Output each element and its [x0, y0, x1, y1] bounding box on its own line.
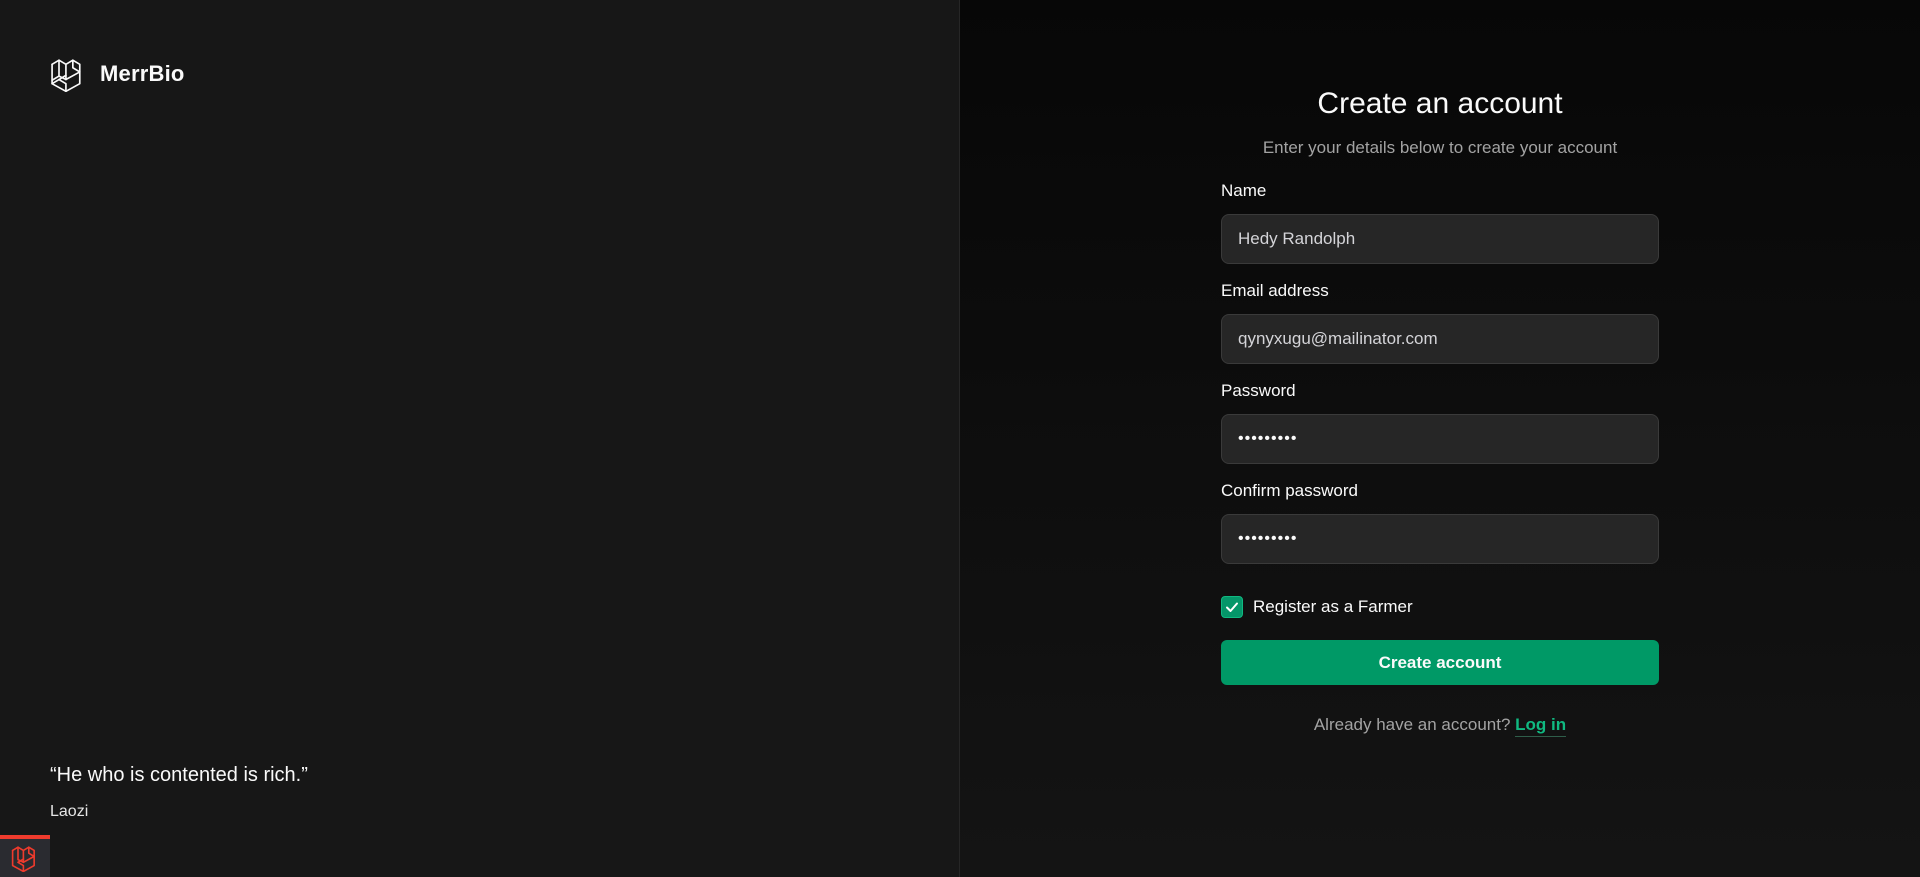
login-link[interactable]: Log in: [1515, 715, 1567, 737]
page-subtitle: Enter your details below to create your …: [1262, 138, 1618, 157]
quote-text: “He who is contented is rich.”: [50, 764, 308, 786]
register-form: Create an account Enter your details bel…: [1221, 84, 1659, 737]
name-input[interactable]: Hedy Randolph: [1221, 214, 1659, 264]
email-label: Email address: [1221, 281, 1329, 300]
login-prompt-text: Already have an account?: [1313, 715, 1516, 734]
confirm-password-field-group: Confirm password •••••••••: [1221, 480, 1659, 564]
farmer-checkbox[interactable]: [1221, 596, 1243, 618]
dev-toolbar-badge[interactable]: [0, 835, 50, 877]
form-panel: Create an account Enter your details bel…: [960, 0, 1920, 877]
name-label: Name: [1221, 181, 1267, 200]
name-field-group: Name Hedy Randolph: [1221, 180, 1659, 264]
create-account-button[interactable]: Create account: [1221, 640, 1659, 685]
checkmark-icon: [1224, 599, 1240, 615]
page-layout: MerrBio “He who is contented is rich.” L…: [0, 0, 1920, 877]
confirm-password-label: Confirm password: [1221, 481, 1358, 500]
password-label: Password: [1221, 381, 1296, 400]
quote-block: “He who is contented is rich.” Laozi: [50, 764, 308, 821]
quote-author: Laozi: [50, 803, 89, 820]
brand-name: MerrBio: [100, 61, 185, 86]
password-field-group: Password •••••••••: [1221, 380, 1659, 464]
farmer-checkbox-label[interactable]: Register as a Farmer: [1253, 597, 1413, 617]
confirm-password-input[interactable]: •••••••••: [1221, 514, 1659, 564]
email-input[interactable]: qynyxugu@mailinator.com: [1221, 314, 1659, 364]
laravel-logo-icon: [50, 56, 86, 92]
laravel-logo-icon: [11, 844, 39, 872]
page-title: Create an account: [1317, 87, 1563, 120]
brand[interactable]: MerrBio: [50, 56, 185, 92]
password-input[interactable]: •••••••••: [1221, 414, 1659, 464]
farmer-checkbox-row[interactable]: Register as a Farmer: [1221, 596, 1659, 618]
login-prompt-row: Already have an account? Log in: [1221, 715, 1659, 737]
brand-panel: MerrBio “He who is contented is rich.” L…: [0, 0, 960, 877]
email-field-group: Email address qynyxugu@mailinator.com: [1221, 280, 1659, 364]
